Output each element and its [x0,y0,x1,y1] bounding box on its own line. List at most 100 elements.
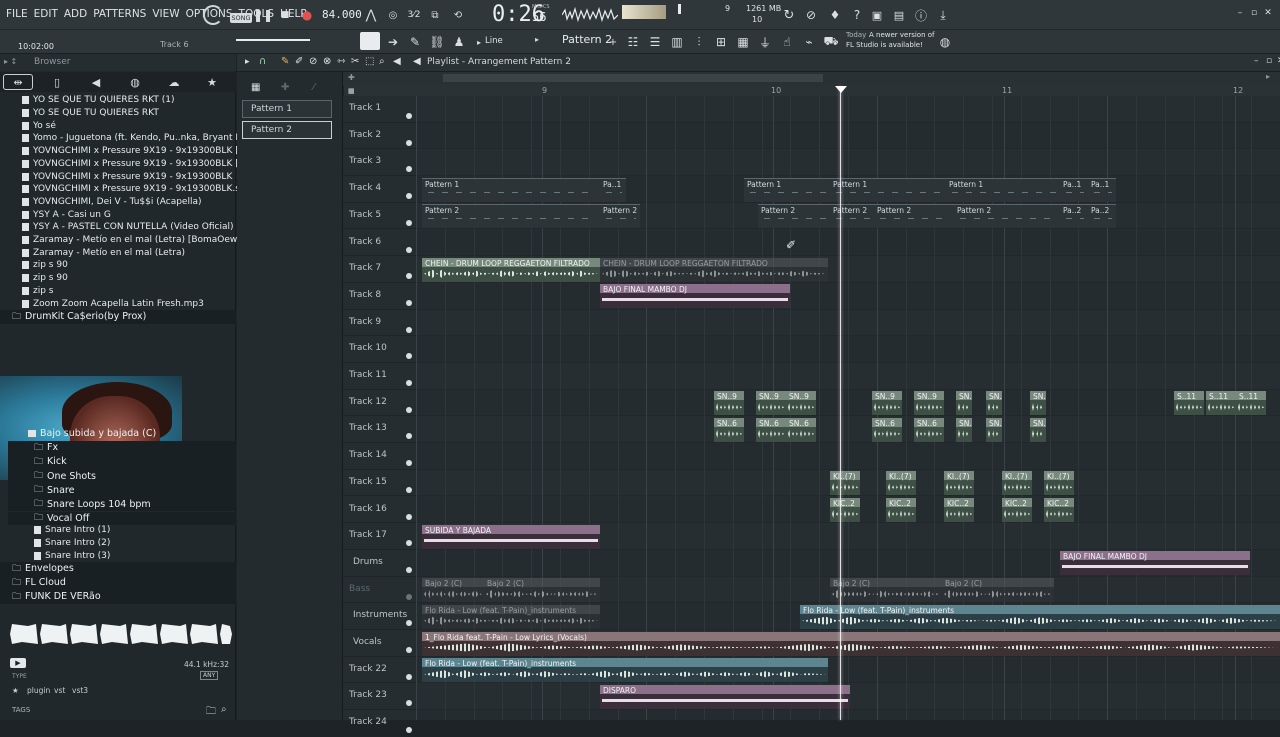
magnet-icon[interactable]: ∩ [259,56,266,67]
track-header[interactable]: Track 6 [343,230,416,257]
overview-scroll-end-icon[interactable]: ▸ [1266,72,1270,81]
track-mute-led[interactable] [406,620,412,627]
metronome-icon[interactable]: ⋀ [362,6,380,24]
track-header[interactable]: Track 5 [343,203,416,230]
playlist-clip[interactable]: DISPARO [600,684,850,709]
playlist-clip[interactable]: SN..9 [914,391,944,416]
close-icon[interactable]: ✕ [1262,4,1274,22]
channel-rack-icon[interactable]: ☰ [646,33,664,51]
overview-collapse-icon[interactable]: ✚ [348,73,355,82]
track-mute-led[interactable] [406,353,412,360]
microphone-icon[interactable]: ♦ [826,6,844,24]
browser-file-item[interactable]: Zaramay - Metío en el mal (Letra) [22,246,185,259]
browser-file-item[interactable]: YOVNGCHIMI, Dei V - Tu$$i (Acapella) [22,196,202,209]
pencil-icon[interactable]: ✎ [406,33,424,51]
track-mute-led[interactable] [406,433,412,440]
track-mute-led[interactable] [406,727,412,734]
track-header[interactable]: Track 17 [343,523,416,550]
browser-folder-item[interactable]: 🗀 Snare [8,483,236,498]
menu-add[interactable]: ADD [62,8,89,20]
all-tab-icon[interactable]: ⇹ [3,74,33,90]
picker-add-icon[interactable]: ✚ [281,82,289,93]
browser-file-item[interactable]: zip s [22,285,54,298]
help-icon[interactable]: ? [848,6,866,24]
news-line-1[interactable]: A newer version of [869,31,935,39]
browser-folder-item[interactable]: 🗀 Kick [8,455,236,469]
menu-view[interactable]: VIEW [150,8,181,20]
pause-icon[interactable]: ❚❚ [253,6,273,24]
browser-file-item[interactable]: YSY A - PASTEL CON NUTELLA (Video Oficia… [22,221,234,234]
playlist-clip[interactable]: SN..6 [1030,417,1046,442]
browser-file-item[interactable]: zip s 90 [22,259,68,272]
maximize-icon[interactable]: ▫ [1248,4,1260,22]
save-icon[interactable]: ▣ [868,6,886,24]
track-header[interactable]: Track 8 [343,283,416,310]
track-mute-led[interactable] [406,139,412,146]
song-mode-toggle[interactable]: SONG [230,13,252,23]
track-mute-led[interactable] [406,380,412,386]
project-browser-icon[interactable]: ▦ [734,33,752,51]
sample-preview-waveform[interactable] [8,620,234,648]
playlist-clip[interactable]: SN..6 [956,417,972,442]
track-mute-led[interactable] [406,273,412,280]
browser-file-item[interactable]: YO SE QUE TU QUIERES RKT [22,107,159,120]
mute-tool-icon[interactable]: ⊗ [323,56,331,67]
track-mute-led[interactable] [406,246,412,253]
playlist-clip[interactable]: Pattern 2 [600,204,640,229]
track-header[interactable]: Track 12 [343,390,416,417]
mixer-icon[interactable]: ⫶ [690,33,708,51]
playlist-clip[interactable]: Pattern 2 [422,204,600,229]
track-header[interactable]: Track 1 [343,96,416,123]
track-mute-led[interactable] [406,193,412,200]
playlist-clip[interactable]: KIC..2 [944,498,974,522]
playlist-clip[interactable]: S..11 [1236,391,1266,416]
track-header[interactable]: Track 11 [343,363,416,390]
root-folder-item[interactable]: 🗀 Envelopes [0,562,236,576]
playlist-clip[interactable]: Bajo 2 (C) [484,578,600,603]
snare-intro-item[interactable]: Snare Intro (1) [34,524,110,537]
record-icon[interactable]: ● [298,6,316,24]
snare-intro-item[interactable]: Snare Intro (2) [34,537,110,550]
playlist-clip[interactable]: SN..9 [786,391,816,416]
slip-tool-icon[interactable]: ⇿ [337,56,345,67]
stamp-icon[interactable]: ♟ [450,33,468,51]
track-mute-led[interactable] [406,673,412,680]
chain-icon[interactable]: ⛓ [428,33,446,51]
playlist-clip[interactable]: Pattern 1 [744,177,830,202]
cart-icon[interactable]: ⛟ [822,33,840,51]
playlist-clip[interactable]: SN..6 [872,417,902,442]
track-header[interactable]: Track 14 [343,443,416,470]
snap-select[interactable]: Line [485,36,503,46]
playlist-clip[interactable]: SN..6 [914,417,944,442]
track-header[interactable]: Drums [343,550,416,577]
track-header[interactable]: Vocals [343,630,416,657]
track-header[interactable]: Track 7 [343,256,416,283]
tempo-display[interactable]: 84.000 [322,8,362,21]
render-icon[interactable]: ▤ [890,6,908,24]
bajo-subida-item[interactable]: Bajo subida y bajada (C) [28,427,236,441]
playlist-clip[interactable]: Pa..2 [1060,204,1088,229]
track-header[interactable]: Track 10 [343,336,416,363]
playhead-line[interactable] [840,86,841,720]
cloud-tab-icon[interactable]: ☁ [159,74,189,90]
favorites-tab-icon[interactable]: ★ [197,74,227,90]
playlist-clip[interactable]: S..11 [1206,391,1236,416]
track-mute-led[interactable] [406,486,412,493]
playlist-clip[interactable]: KIC..2 [886,498,916,522]
snare-intro-item[interactable]: Snare Intro (3) [34,550,110,563]
browser-file-item[interactable]: zip s 90 [22,272,68,285]
playlist-clip[interactable]: Pattern 1 [946,177,1060,202]
playlist-clip[interactable]: KI..(7) [1002,471,1032,496]
browser-file-item[interactable]: YOVNGCHIMI x Pressure 9X19 - 9x19300BLK.… [22,183,258,196]
playlist-clip[interactable]: KI..(7) [830,471,860,496]
playlist-clip[interactable]: Pattern 2 [830,204,874,229]
track-header[interactable]: Instruments [343,603,416,630]
browser-file-item[interactable]: YO SE QUE TU QUIERES RKT (1) [22,94,174,107]
playlist-clip[interactable]: BAJO FINAL MAMBO DJ [1060,551,1250,576]
playlist-clip[interactable]: SN..9 [714,391,744,416]
current-project-tab-icon[interactable]: ▯ [42,74,72,90]
paint-tool-icon[interactable]: ✐ [295,56,303,67]
playlist-pattern[interactable]: Pattern 2 [530,57,571,67]
wait-record-icon[interactable]: ◎ [384,6,402,24]
track-mute-led[interactable] [406,299,412,306]
